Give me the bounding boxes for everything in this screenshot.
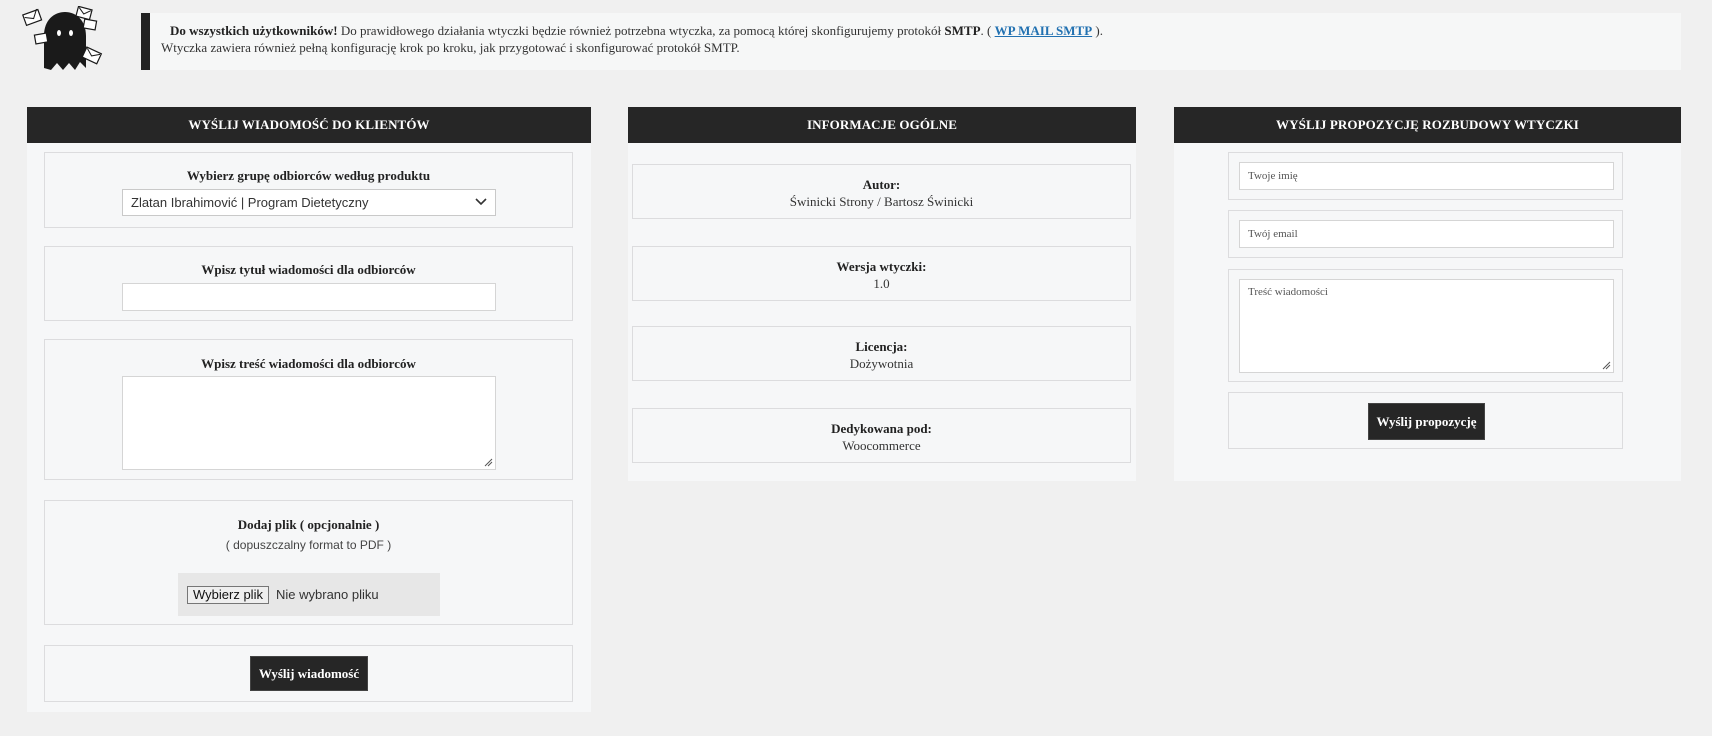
resize-handle-icon[interactable] [484,458,493,467]
proposal-email-input[interactable]: Twój email [1239,220,1614,248]
notice-banner: Do wszystkich użytkowników! Do prawidłow… [141,13,1681,70]
info-label: Wersja wtyczki: [836,259,927,274]
notice-smtp: SMTP [944,23,981,38]
proposal-message-textarea[interactable]: Treść wiadomości [1239,279,1614,373]
info-label: Autor: [862,177,901,192]
info-item-author: Autor: Świnicki Strony / Bartosz Świnick… [632,164,1131,219]
chevron-down-icon [475,198,487,206]
info-item-license: Licencja: Dożywotnia [632,326,1131,381]
notice-line-2: Wtyczka zawiera również pełną konfigurac… [161,40,740,55]
proposal-message-placeholder: Treść wiadomości [1248,286,1328,298]
proposal-email-section: Twój email [1228,210,1623,258]
notice-line-1: Do wszystkich użytkowników! Do prawidłow… [161,22,1681,39]
proposal-send-section: Wyślij propozycję [1228,392,1623,449]
notice-text-3: ). [1092,23,1103,38]
info-label: Dedykowana pod: [831,421,932,436]
no-file-text: Nie wybrano pliku [276,587,379,602]
proposal-name-section: Twoje imię [1228,152,1623,200]
info-value: Woocommerce [842,438,921,453]
ghost-logo-icon [22,5,108,76]
notice-text-1: Do prawidłowego działania wtyczki będzie… [337,23,945,38]
notice-bold: Do wszystkich użytkowników! [170,23,338,38]
wp-mail-smtp-link[interactable]: WP MAIL SMTP [995,23,1093,38]
recipient-group-section: Wybierz grupę odbiorców według produktu … [44,152,573,228]
choose-file-button[interactable]: Wybierz plik [187,586,269,604]
proposal-name-input[interactable]: Twoje imię [1239,162,1614,190]
file-input[interactable]: Wybierz plik Nie wybrano pliku [178,573,440,616]
recipient-group-selected: Zlatan Ibrahimović | Program Dietetyczny [131,195,369,210]
message-title-label: Wpisz tytuł wiadomości dla odbiorców [201,262,416,277]
proposal-panel-title: WYŚLIJ PROPOZYCJĘ ROZBUDOWY WTYCZKI [1174,107,1681,143]
notice-text-2: . ( [980,23,995,38]
info-value: Dożywotnia [849,356,914,371]
info-label: Licencja: [855,339,908,354]
general-info-panel-title: INFORMACJE OGÓLNE [628,107,1136,143]
proposal-message-section: Treść wiadomości [1228,269,1623,382]
message-body-textarea[interactable] [122,376,496,470]
info-item-dedicated: Dedykowana pod: Woocommerce [632,408,1131,463]
send-proposal-button[interactable]: Wyślij propozycję [1368,403,1485,440]
info-item-version: Wersja wtyczki: 1.0 [632,246,1131,301]
info-value: Świnicki Strony / Bartosz Świnicki [789,194,974,209]
recipient-group-label: Wybierz grupę odbiorców według produktu [186,168,431,183]
send-message-button[interactable]: Wyślij wiadomość [250,656,368,691]
proposal-panel: WYŚLIJ PROPOZYCJĘ ROZBUDOWY WTYCZKI Twoj… [1174,107,1681,481]
send-message-section: Wyślij wiadomość [44,645,573,702]
message-body-label: Wpisz treść wiadomości dla odbiorców [201,356,416,371]
message-title-input[interactable] [122,283,496,311]
resize-handle-icon[interactable] [1602,361,1611,370]
send-message-panel-title: WYŚLIJ WIADOMOŚĆ DO KLIENTÓW [27,107,591,143]
recipient-group-select[interactable]: Zlatan Ibrahimović | Program Dietetyczny [122,189,496,216]
message-body-section: Wpisz treść wiadomości dla odbiorców [44,339,573,480]
info-value: 1.0 [873,276,890,291]
file-upload-label: Dodaj plik ( opcjonalnie ) [237,517,380,532]
message-title-section: Wpisz tytuł wiadomości dla odbiorców [44,246,573,321]
send-message-panel: WYŚLIJ WIADOMOŚĆ DO KLIENTÓW Wybierz gru… [27,107,591,712]
file-format-hint: ( dopuszczalny format to PDF ) [225,538,392,552]
file-upload-section: Dodaj plik ( opcjonalnie ) ( dopuszczaln… [44,500,573,625]
general-info-panel: INFORMACJE OGÓLNE Autor: Świnicki Strony… [628,107,1136,481]
